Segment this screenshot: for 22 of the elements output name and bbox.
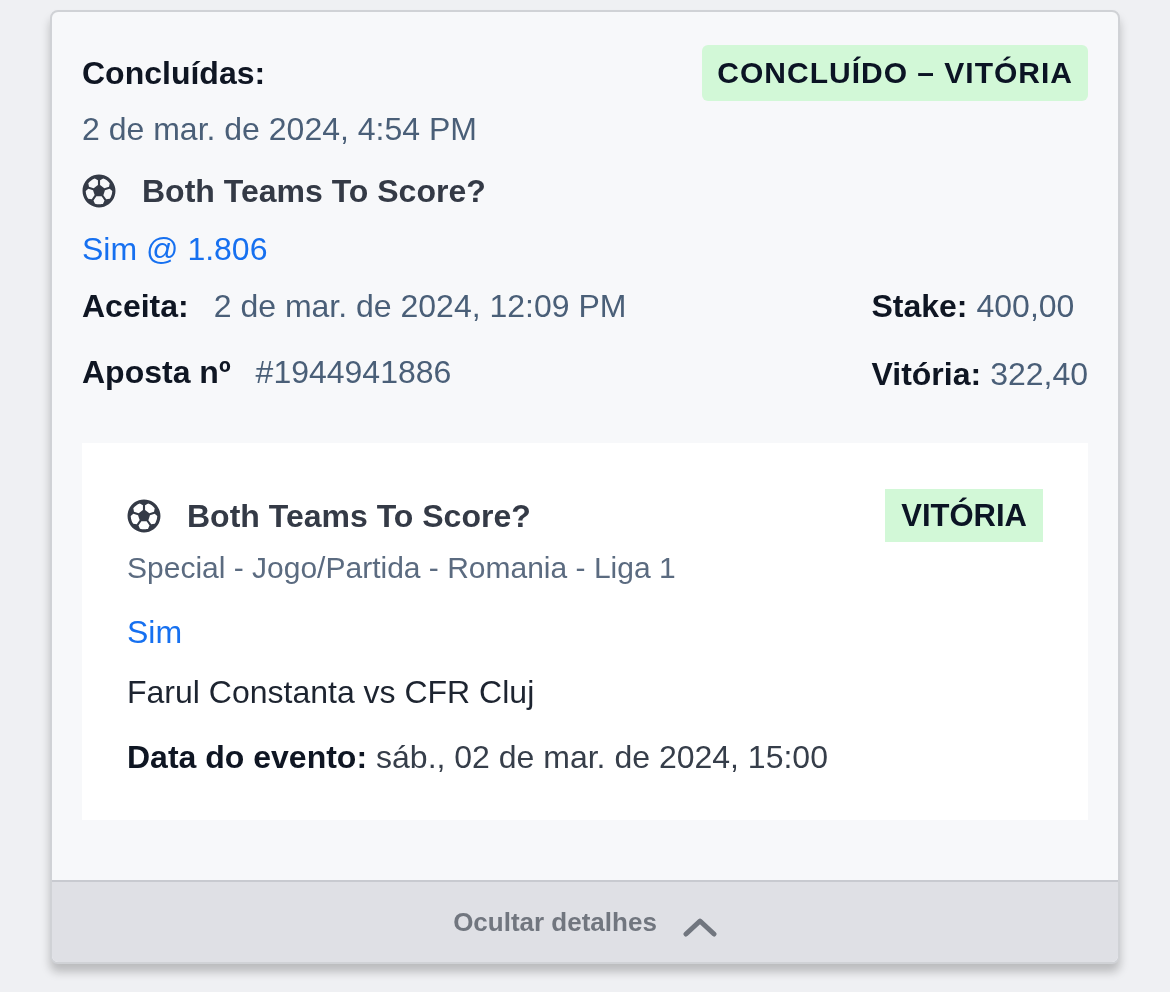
detail-value: 2 de mar. de 2024, 12:09 PM bbox=[213, 287, 627, 325]
detail-label: Aposta nº bbox=[82, 353, 231, 391]
detail-label: Stake: bbox=[871, 287, 968, 325]
selection-pick: Sim bbox=[127, 613, 183, 651]
competition-path: Special - Jogo/Partida - Romania - Liga 1 bbox=[127, 550, 676, 586]
event-date-value: sáb., 02 de mar. de 2024, 15:00 bbox=[376, 738, 828, 776]
market-title: Both Teams To Score? bbox=[142, 172, 486, 210]
settled-date: 2 de mar. de 2024, 4:54 PM bbox=[82, 110, 477, 148]
event-name: Farul Constanta vs CFR Cluj bbox=[127, 673, 535, 711]
status-badge: CONCLUÍDO – VITÓRIA bbox=[702, 45, 1088, 101]
status-label: Concluídas: bbox=[82, 54, 266, 92]
detail-label: Aceita: bbox=[82, 287, 189, 325]
detail-label: Vitória: bbox=[871, 355, 982, 393]
detail-value: 400,00 bbox=[976, 287, 1075, 325]
detail-value: #1944941886 bbox=[255, 353, 452, 391]
selection-odds: Sim @ 1.806 bbox=[82, 230, 268, 268]
chevron-icon bbox=[682, 917, 717, 937]
market-title: Both Teams To Score? bbox=[187, 496, 531, 535]
result-badge: VITÓRIA bbox=[885, 489, 1043, 542]
event-date-label: Data do evento: bbox=[127, 738, 368, 776]
toggle-details-button[interactable]: Ocultar detalhes bbox=[52, 880, 1118, 962]
detail-value: 322,40 bbox=[990, 355, 1088, 393]
